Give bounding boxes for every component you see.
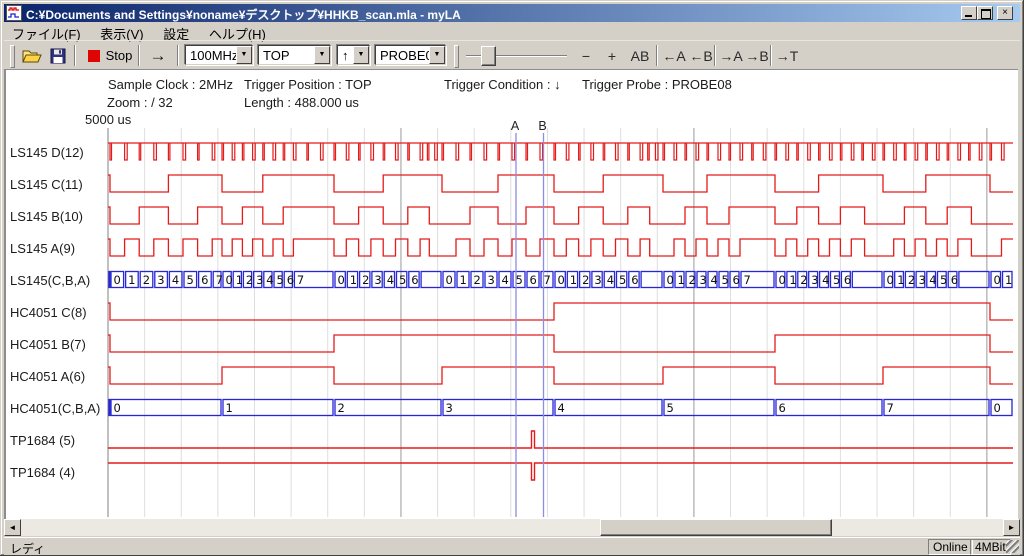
svg-text:2: 2: [338, 401, 345, 415]
svg-text:5: 5: [833, 273, 840, 287]
svg-text:5: 5: [940, 273, 947, 287]
svg-text:7: 7: [216, 273, 223, 287]
svg-text:5: 5: [619, 273, 626, 287]
svg-text:7: 7: [544, 273, 551, 287]
svg-text:5: 5: [667, 401, 674, 415]
svg-text:2: 2: [246, 273, 253, 287]
svg-text:6: 6: [733, 273, 740, 287]
svg-text:3: 3: [446, 401, 453, 415]
svg-text:3: 3: [811, 273, 818, 287]
svg-text:6: 6: [287, 273, 294, 287]
svg-text:2: 2: [800, 273, 807, 287]
svg-text:4: 4: [929, 273, 936, 287]
svg-text:3: 3: [157, 273, 164, 287]
svg-text:6: 6: [844, 273, 851, 287]
svg-text:2: 2: [362, 273, 369, 287]
scroll-right-icon[interactable]: ►: [1003, 519, 1020, 536]
svg-text:3: 3: [700, 273, 707, 287]
svg-text:1: 1: [897, 273, 904, 287]
svg-text:4: 4: [822, 273, 829, 287]
svg-text:3: 3: [374, 273, 381, 287]
svg-text:1: 1: [226, 401, 233, 415]
app-window: C:¥Documents and Settings¥noname¥デスクトップ¥…: [0, 0, 1024, 556]
svg-text:5: 5: [722, 273, 729, 287]
svg-text:1: 1: [236, 273, 243, 287]
svg-text:1: 1: [789, 273, 796, 287]
svg-text:2: 2: [689, 273, 696, 287]
svg-text:2: 2: [143, 273, 150, 287]
svg-text:7: 7: [297, 273, 304, 287]
svg-text:5: 5: [277, 273, 284, 287]
svg-text:6: 6: [530, 273, 537, 287]
svg-text:0: 0: [887, 273, 894, 287]
svg-text:7: 7: [887, 401, 894, 415]
horizontal-scrollbar[interactable]: ◄ ►: [4, 519, 1020, 536]
svg-text:0: 0: [338, 273, 345, 287]
svg-text:6: 6: [201, 273, 208, 287]
svg-text:4: 4: [266, 273, 273, 287]
svg-text:6: 6: [411, 273, 418, 287]
svg-text:1: 1: [128, 273, 135, 287]
svg-text:4: 4: [172, 273, 179, 287]
svg-text:B: B: [538, 119, 546, 133]
memory-status-badge: 4MBit: [970, 539, 1011, 555]
svg-text:4: 4: [387, 273, 394, 287]
svg-text:0: 0: [779, 273, 786, 287]
svg-text:7: 7: [744, 273, 751, 287]
svg-text:2: 2: [474, 273, 481, 287]
svg-text:4: 4: [607, 273, 614, 287]
status-ready-text: レディ: [10, 540, 45, 556]
resize-grip[interactable]: [1006, 540, 1019, 553]
svg-text:0: 0: [994, 401, 1001, 415]
svg-text:4: 4: [558, 401, 565, 415]
svg-text:4: 4: [502, 273, 509, 287]
online-status-badge: Online: [928, 539, 973, 555]
svg-text:0: 0: [226, 273, 233, 287]
svg-text:1: 1: [460, 273, 467, 287]
status-bar: レディ Online 4MBit: [4, 537, 1020, 555]
svg-text:1: 1: [570, 273, 577, 287]
scroll-left-icon[interactable]: ◄: [4, 519, 21, 536]
svg-text:0: 0: [994, 273, 1001, 287]
svg-text:1: 1: [350, 273, 357, 287]
svg-text:3: 3: [919, 273, 926, 287]
svg-text:0: 0: [114, 273, 121, 287]
svg-text:0: 0: [667, 273, 674, 287]
svg-text:6: 6: [779, 401, 786, 415]
svg-text:2: 2: [582, 273, 589, 287]
svg-text:1: 1: [1005, 273, 1012, 287]
svg-text:2: 2: [908, 273, 915, 287]
svg-text:5: 5: [399, 273, 406, 287]
svg-text:0: 0: [114, 401, 121, 415]
svg-text:6: 6: [951, 273, 958, 287]
svg-text:A: A: [511, 119, 520, 133]
svg-text:6: 6: [631, 273, 638, 287]
svg-text:3: 3: [594, 273, 601, 287]
waveform-plot[interactable]: 0123456701234567012345601234567012345601…: [0, 0, 1024, 556]
svg-text:3: 3: [256, 273, 263, 287]
svg-text:0: 0: [446, 273, 453, 287]
svg-text:4: 4: [711, 273, 718, 287]
svg-text:1: 1: [678, 273, 685, 287]
svg-text:5: 5: [187, 273, 194, 287]
scrollbar-thumb[interactable]: [600, 519, 832, 536]
svg-text:0: 0: [558, 273, 565, 287]
svg-text:3: 3: [488, 273, 495, 287]
